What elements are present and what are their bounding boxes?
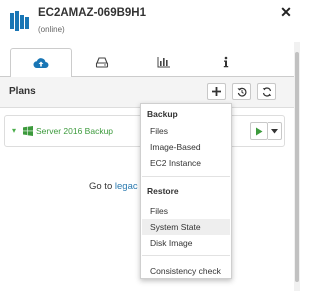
host-status: (online) [38,25,65,34]
add-plan-button[interactable] [207,83,226,100]
menu-section-backup: Backup [147,109,178,119]
refresh-button[interactable] [257,83,276,100]
info-icon [223,56,229,68]
scrollbar-thumb[interactable] [295,52,299,282]
run-plan-button[interactable] [250,122,268,140]
logo-icon [10,11,29,31]
refresh-icon [262,87,271,96]
hard-drive-icon [95,57,109,68]
tab-reports[interactable] [134,48,194,76]
tab-bar [0,48,300,78]
tab-backup[interactable] [10,48,72,78]
bar-chart-icon [157,57,170,68]
play-icon [256,127,263,135]
history-icon [237,87,246,97]
history-button[interactable] [232,83,251,100]
menu-item-restore-files[interactable]: Files [142,203,230,219]
legacy-link[interactable]: legac [115,181,138,192]
menu-item-backup-files[interactable]: Files [142,123,230,139]
legacy-notice: Go to legac [89,181,138,192]
expand-chevron-icon[interactable]: ▾ [12,126,16,135]
windows-icon [23,126,33,136]
add-plan-menu: Backup Files Image-Based EC2 Instance Re… [140,103,232,279]
tab-storage[interactable] [72,48,132,76]
caret-down-icon [271,128,278,133]
menu-item-consistency-check[interactable]: Consistency check [142,263,230,279]
header: EC2AMAZ-069B9H1 (online) ✕ [0,0,300,48]
plan-name[interactable]: Server 2016 Backup [36,126,113,136]
host-name: EC2AMAZ-069B9H1 [38,7,147,19]
menu-divider [142,255,230,256]
menu-section-restore: Restore [147,186,179,196]
close-button[interactable]: ✕ [279,5,293,19]
menu-divider [142,176,230,177]
menu-item-system-state[interactable]: System State [142,219,230,235]
menu-item-disk-image[interactable]: Disk Image [142,235,230,251]
plans-title: Plans [9,86,36,97]
cloud-upload-icon [33,58,49,69]
plus-icon [212,87,221,96]
tab-info[interactable] [196,48,256,76]
run-options-button[interactable] [268,122,282,140]
menu-item-image-based[interactable]: Image-Based [142,139,230,155]
menu-item-ec2-instance[interactable]: EC2 Instance [142,155,230,171]
legacy-prefix: Go to [89,181,113,192]
